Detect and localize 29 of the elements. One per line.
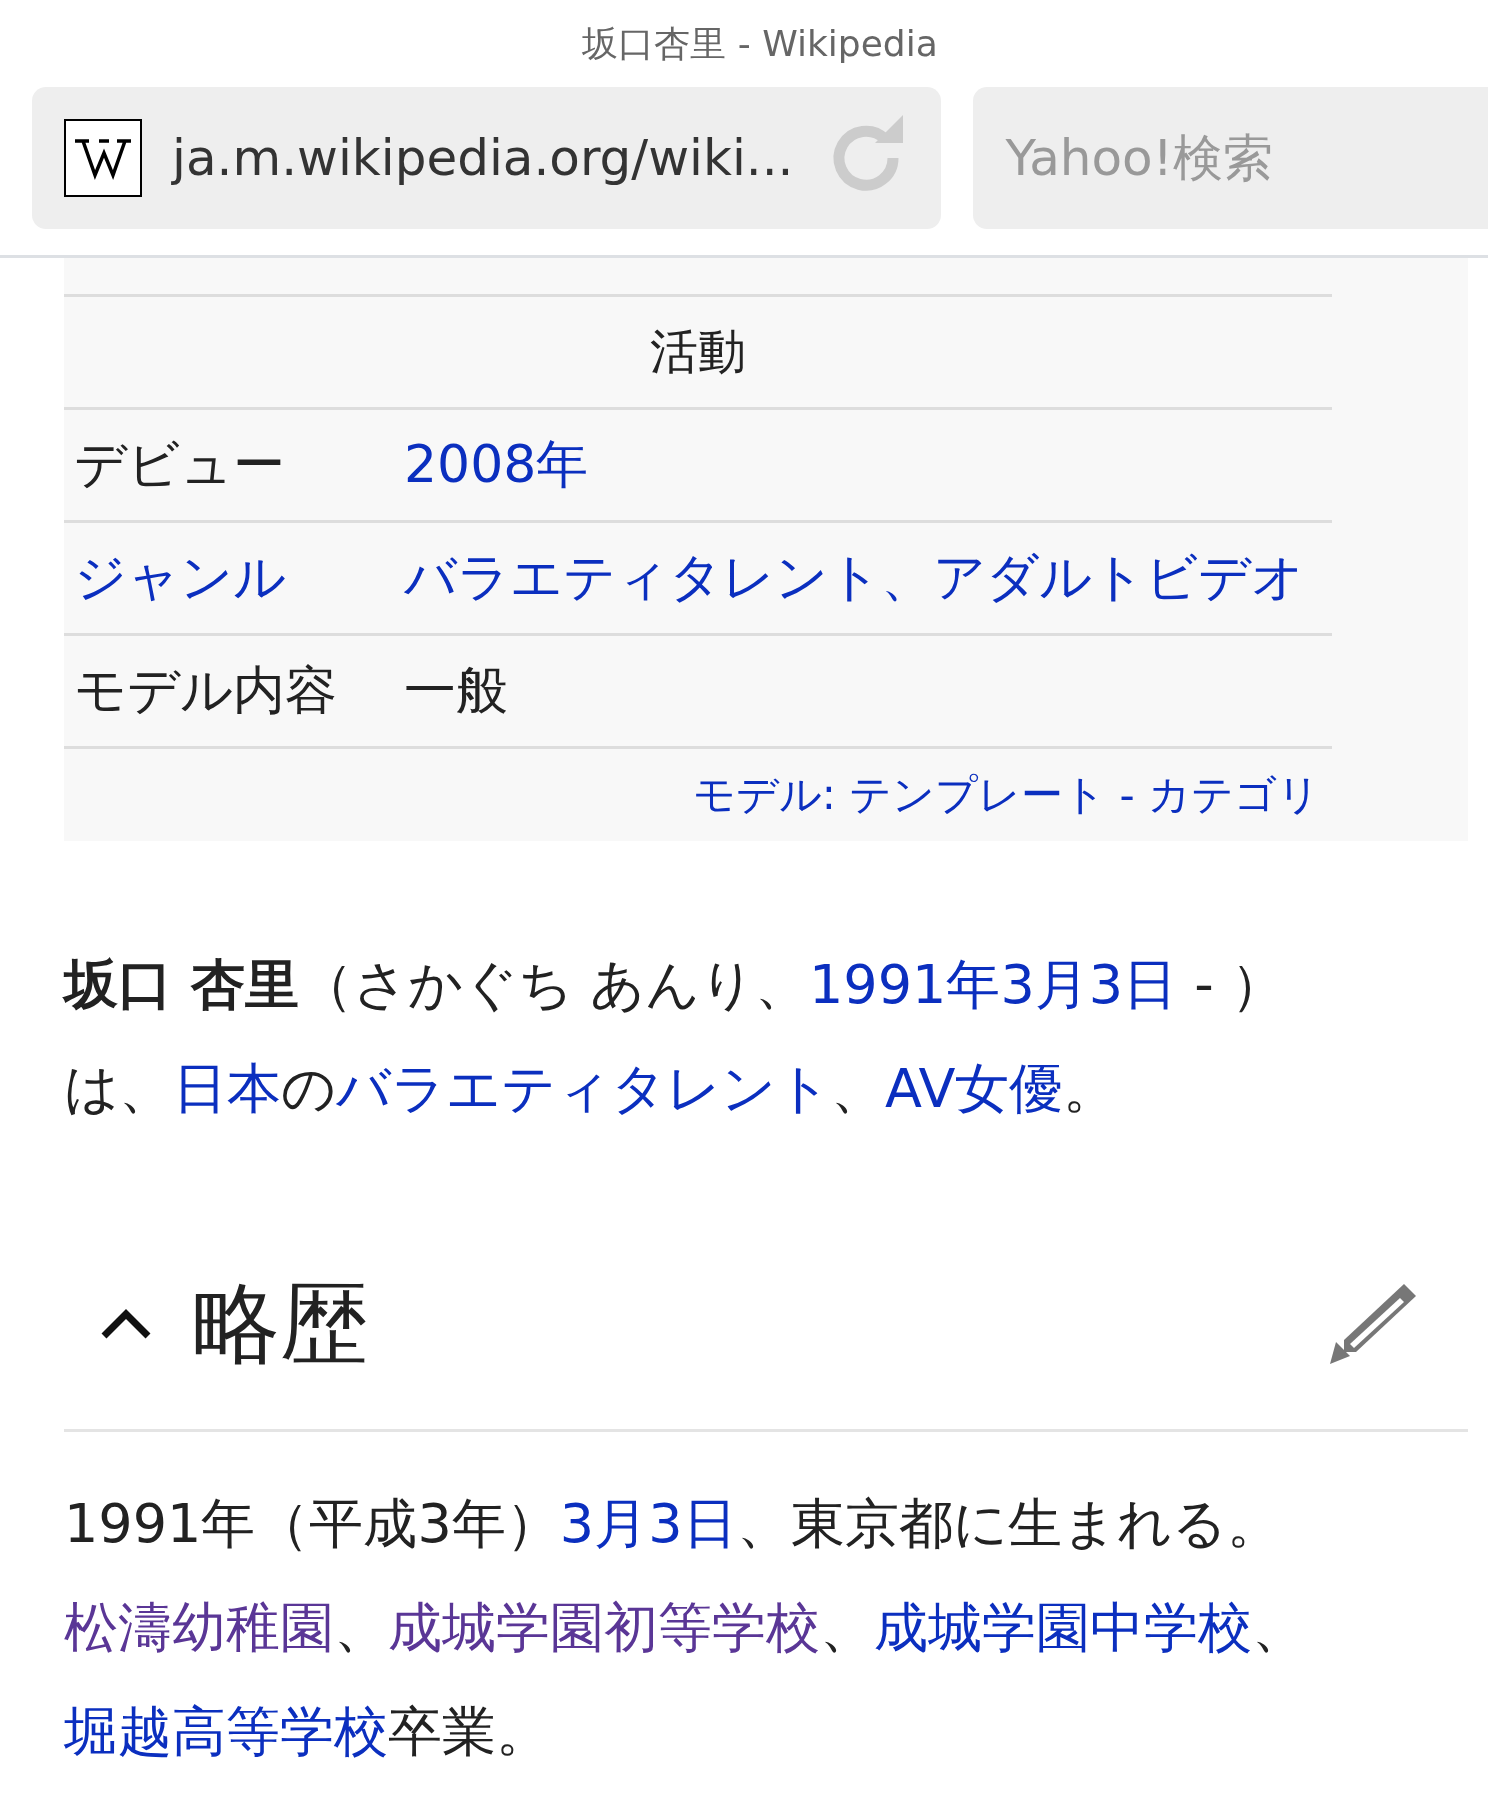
separator: - [1118, 770, 1136, 820]
link[interactable]: 堀越高等学校 [64, 1700, 388, 1763]
infobox-header: 活動 [650, 322, 746, 381]
site-logo-icon [64, 119, 142, 197]
link[interactable]: 成城学園初等学校 [388, 1596, 820, 1659]
page-title: 坂口杏里 - Wikipedia [581, 22, 939, 66]
value-link[interactable]: 2008年 [404, 430, 589, 500]
section-heading: 略歴 [192, 1270, 369, 1377]
link[interactable]: 1991年3月3日 [809, 953, 1178, 1016]
search-field[interactable]: Yahoo!検索 [973, 87, 1488, 229]
row-label: デビュー [73, 433, 286, 496]
row-label: モデル内容 [73, 659, 338, 722]
link[interactable]: 成城学園中学校 [874, 1596, 1252, 1659]
lead-paragraph: 坂口 杏里（さかぐち あんり、1991年3月3日 - ） は、日本のバラエティタレント、AV女優。 [61, 952, 1286, 1122]
link[interactable]: 松濤幼稚園 [64, 1596, 334, 1659]
label-link[interactable]: ジャンル [64, 543, 404, 613]
body-paragraph: 1991年（平成3年）3月3日、東京都に生まれる。 松濤幼稚園、成城学園初等学校、成城学園中学校、 堀越高等学校卒業。 [63, 1491, 1307, 1765]
address-bar[interactable]: ja.m.wikipedia.org/wiki... [32, 87, 942, 229]
footer-link[interactable]: モデル: テンプレート [692, 767, 1107, 823]
edit-icon[interactable] [1328, 1282, 1418, 1366]
url-text: ja.m.wikipedia.org/wiki... [172, 129, 794, 187]
value-link[interactable]: バラエティタレント、アダルトビデオ [404, 543, 1304, 613]
link[interactable]: バラエティタレント [336, 1057, 831, 1120]
row-value: 一般 [404, 659, 508, 722]
link[interactable]: 日本 [173, 1057, 281, 1120]
link[interactable]: AV女優 [885, 1057, 1064, 1120]
chevron-up-icon[interactable] [100, 1308, 152, 1340]
footer-link[interactable]: カテゴリ [1148, 767, 1320, 823]
link[interactable]: 3月3日 [559, 1492, 737, 1555]
